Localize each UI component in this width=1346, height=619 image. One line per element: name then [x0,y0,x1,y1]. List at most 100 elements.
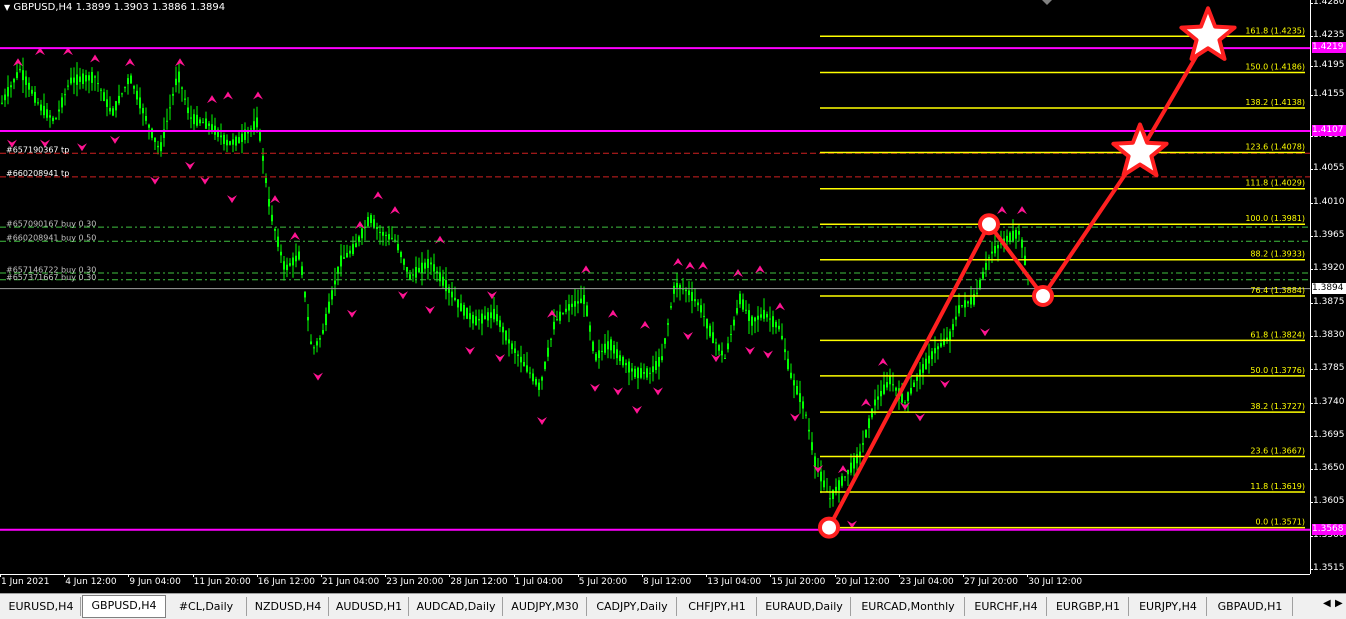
candle-body [271,214,273,222]
candle-body [52,117,54,122]
fractal-down-arrow-icon [683,331,693,340]
fractal-down-arrow-icon [110,135,120,144]
candle-body [415,266,417,278]
chart-menu-icon[interactable]: ▼ [4,3,10,12]
symbol-tab[interactable]: CHFJPY,H1 [678,597,757,616]
candle-body [643,372,645,374]
candle-body [400,252,402,258]
symbol-tab[interactable]: EURGBP,H1 [1048,597,1129,616]
candle-body [622,356,624,366]
symbol-tab[interactable]: EURCAD,Monthly [852,597,965,616]
candle-body [670,306,672,308]
candle-body [499,320,501,327]
fibonacci-expansion[interactable]: 161.8 (1.4235) 150.0 (1.4186) 138.2 (1.413… [820,26,1306,529]
candle-body [433,264,435,272]
symbol-tab[interactable]: EURUSD,H4 [2,597,81,616]
candle-body [778,325,780,330]
price-axis-label: 1.4010 [1313,196,1345,207]
time-axis-label: 15 Jul 20:00 [771,577,826,587]
price-chart[interactable]: #657190367 tp #660208941 tp #657090167 buy… [0,0,1310,574]
fractal-down-arrow-icon [200,176,210,185]
candle-body [295,255,297,262]
time-axis-tick [64,574,66,577]
candle-body [1018,231,1020,235]
candle-body [544,361,546,370]
candle-body [4,94,6,101]
candle-body [832,489,834,499]
candle-body [958,305,960,314]
candle-body [70,77,72,84]
time-axis-tick [128,574,130,577]
candle-body [676,282,678,288]
symbol-tab[interactable]: CADJPY,Daily [588,597,677,616]
candle-body [205,118,207,129]
candle-body [673,285,675,294]
fractal-up-arrow-icon [125,58,135,67]
fib-level-label: 0.0 (1.3571) [1256,518,1306,527]
candle-body [565,308,567,312]
symbol-tab[interactable]: #CL,Daily [166,597,247,616]
symbol-tab[interactable]: AUDUSD,H1 [330,597,409,616]
candle-body [862,443,864,445]
time-axis-label: 23 Jul 04:00 [899,577,954,587]
candle-body [889,376,891,385]
price-axis-highlight: 1.4219 [1312,42,1346,54]
price-axis[interactable]: 1.42801.42351.41951.41551.41001.40551.40… [1310,0,1346,574]
time-axis[interactable]: 1 Jun 2021 4 Jun 12:00 9 Jun 04:00 11 Jun 2… [0,574,1310,593]
symbol-tab[interactable]: GBPAUD,H1 [1208,597,1293,616]
scroll-indicator-icon[interactable] [1042,0,1052,5]
tabs-scroll-left-icon[interactable]: ◀ [1323,598,1331,609]
candle-body [187,107,189,114]
candle-body [733,319,735,326]
fib-level-label: 100.0 (1.3981) [1245,214,1305,223]
symbol-tab[interactable]: GBPUSD,H4 [82,595,166,618]
candle-body [7,87,9,97]
symbol-tab[interactable]: EURCHF,H4 [966,597,1047,616]
ohlc-readout: 1.3899 1.3903 1.3886 1.3894 [75,2,226,13]
candle-body [988,257,990,259]
symbol-tab[interactable]: NZDUSD,H4 [248,597,329,616]
candle-body [568,304,570,311]
candle-body [532,373,534,382]
candle-body [307,316,309,321]
candle-body [949,331,951,341]
candle-body [838,480,840,491]
symbol-tab[interactable]: EURJPY,H4 [1130,597,1207,616]
candle-body [979,279,981,289]
candle-body [880,390,882,397]
candle-body [559,311,561,321]
candle-body [253,121,255,130]
price-axis-label: 1.3785 [1313,363,1345,374]
candle-body [607,341,609,350]
candle-body [562,313,564,315]
candle-body [475,316,477,326]
fractal-up-arrow-icon [290,232,300,241]
fib-level-label: 38.2 (1.3727) [1250,402,1305,411]
chart-area[interactable]: #657190367 tp #660208941 tp #657090167 buy… [0,0,1310,574]
fib-level-label: 50.0 (1.3776) [1250,366,1305,375]
symbol-tab[interactable]: AUDJPY,M30 [504,597,587,616]
candle-body [142,108,144,114]
candle-body [736,308,738,314]
symbol-tab[interactable]: AUDCAD,Daily [410,597,503,616]
time-axis-label: 1 Jun 2021 [1,577,50,587]
order-label: #657371667 buy 0.30 [6,273,96,282]
candle-body [874,399,876,406]
candle-body [790,372,792,379]
fractal-up-arrow-icon [390,206,400,215]
candle-body [616,349,618,359]
candle-body [115,101,117,111]
candle-body [661,356,663,361]
candle-body [922,364,924,373]
candle-body [709,325,711,337]
candle-body [64,94,66,96]
symbol-timeframe: GBPUSD,H4 [13,2,73,13]
candle-body [658,357,660,367]
tabs-scroll-right-icon[interactable]: ▶ [1335,598,1343,609]
price-axis-label: 1.4055 [1313,163,1345,174]
candle-body [799,393,801,403]
candle-body [394,239,396,241]
candle-body [784,349,786,353]
candle-body [571,303,573,307]
symbol-tab[interactable]: EURAUD,Daily [758,597,851,616]
